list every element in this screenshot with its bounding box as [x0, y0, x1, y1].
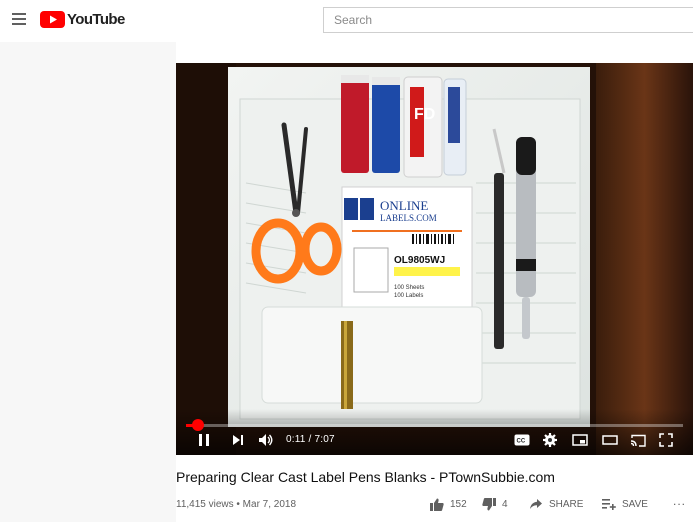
- add-to-playlist-icon: [602, 499, 616, 510]
- more-icon: ...: [673, 494, 687, 508]
- pause-icon: [199, 434, 209, 446]
- left-gutter: [0, 42, 176, 522]
- time-display: 0:11 / 7:07: [286, 434, 335, 445]
- video-frame: FD ONLINE LABELS.COM OL9805WJ 100 Sheets…: [176, 63, 693, 455]
- like-button[interactable]: 152: [430, 497, 467, 511]
- share-icon: [530, 499, 542, 509]
- search-input[interactable]: [324, 8, 693, 32]
- theater-button[interactable]: [600, 431, 620, 449]
- youtube-logo[interactable]: YouTube: [40, 10, 125, 28]
- pause-button[interactable]: [196, 431, 212, 449]
- masthead: YouTube: [0, 0, 693, 42]
- package-brand-line1: ONLINE: [380, 198, 428, 213]
- volume-icon: [259, 434, 273, 446]
- theater-icon: [602, 435, 618, 445]
- miniplayer-icon: [572, 434, 588, 446]
- thumbs-up-icon: [430, 498, 444, 511]
- package-sku: OL9805WJ: [394, 255, 445, 266]
- captions-button[interactable]: CC: [512, 431, 532, 449]
- volume-button[interactable]: [256, 431, 276, 449]
- search-box[interactable]: [323, 7, 693, 33]
- share-button[interactable]: SHARE: [529, 497, 583, 511]
- miniplayer-button[interactable]: [570, 431, 590, 449]
- svg-text:CC: CC: [517, 439, 526, 445]
- logo-text: YouTube: [67, 10, 125, 28]
- view-count-date: 11,415 views • Mar 7, 2018: [176, 499, 297, 510]
- cast-button[interactable]: [628, 431, 648, 449]
- thumbs-down-icon: [482, 497, 496, 510]
- like-count: 152: [450, 498, 467, 510]
- next-icon: [233, 435, 243, 445]
- dislike-button[interactable]: 4: [482, 497, 508, 511]
- more-actions-button[interactable]: ...: [673, 494, 686, 508]
- progress-bar[interactable]: [186, 424, 683, 427]
- save-button[interactable]: SAVE: [602, 497, 648, 511]
- package-labels: 100 Labels: [394, 293, 423, 299]
- cast-icon: [630, 434, 646, 447]
- fullscreen-button[interactable]: [656, 431, 676, 449]
- captions-icon: CC: [514, 434, 530, 446]
- package-brand-line2: LABELS.COM: [380, 213, 437, 223]
- video-title: Preparing Clear Cast Label Pens Blanks -…: [176, 469, 555, 485]
- next-button[interactable]: [230, 431, 246, 449]
- menu-icon[interactable]: [12, 13, 26, 25]
- svg-text:FD: FD: [414, 106, 435, 123]
- share-label: SHARE: [549, 498, 584, 510]
- fullscreen-icon: [659, 433, 673, 447]
- package-sheets: 100 Sheets: [394, 285, 424, 291]
- dislike-count: 4: [502, 498, 508, 510]
- save-label: SAVE: [622, 498, 648, 510]
- settings-button[interactable]: [540, 431, 560, 449]
- gear-icon: [543, 433, 557, 447]
- play-logo-icon: [40, 10, 65, 28]
- video-player[interactable]: FD ONLINE LABELS.COM OL9805WJ 100 Sheets…: [176, 63, 693, 455]
